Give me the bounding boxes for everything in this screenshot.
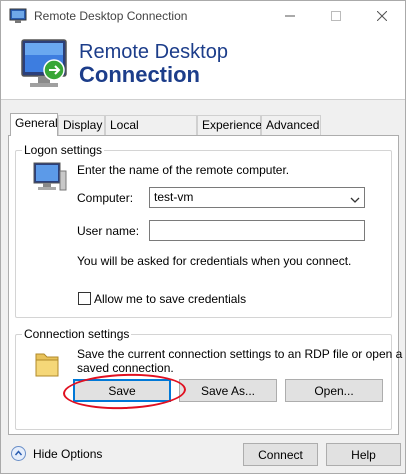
hide-options-link[interactable]: Hide Options [33,447,102,461]
open-button[interactable]: Open... [285,379,383,402]
save-as-button-label: Save As... [200,383,256,398]
connect-button-label: Connect [258,447,303,462]
username-label: User name: [77,224,140,238]
chevron-down-icon [350,193,360,203]
allow-save-credentials-label[interactable]: Allow me to save credentials [94,292,246,306]
credentials-note: You will be asked for credentials when y… [77,254,352,268]
banner-title-line2: Connection [79,62,200,87]
allow-save-credentials-checkbox[interactable] [78,292,91,305]
help-button[interactable]: Help [326,443,401,466]
computer-value: test-vm [154,190,194,204]
tab-general[interactable]: General [10,113,58,136]
banner-title-line1: Remote Desktop [79,41,228,63]
tab-label: General [15,116,58,130]
close-button[interactable] [359,1,405,32]
connect-button[interactable]: Connect [243,443,318,466]
remote-desktop-monitor-icon [18,38,70,92]
connection-description-line2: saved connection. [77,361,174,375]
help-button-label: Help [351,447,376,462]
computer-label: Computer: [77,191,134,205]
tab-local-resources[interactable]: Local Resources [105,115,197,150]
tab-experience[interactable]: Experience [197,115,263,135]
save-as-button[interactable]: Save As... [179,379,277,402]
computer-monitor-icon [9,8,27,24]
title-bar[interactable]: Remote Desktop Connection [1,1,405,32]
computer-icon [32,161,68,193]
tab-display[interactable]: Display [58,115,105,135]
folder-icon [34,348,60,378]
tab-label: Advanced [266,118,320,132]
header-banner: Remote Desktop Connection [1,32,405,99]
maximize-icon [331,10,341,24]
close-icon [376,10,388,24]
tab-label: Display [63,118,103,132]
rdp-window: Remote Desktop Connection Remote Desktop… [0,0,406,474]
connection-description-line1: Save the current connection settings to … [77,347,403,361]
banner-divider [1,99,405,100]
minimize-button[interactable] [267,1,313,32]
logon-instruction: Enter the name of the remote computer. [77,163,290,177]
maximize-button[interactable] [313,1,359,32]
connection-settings-label: Connection settings [22,327,132,341]
computer-combobox[interactable]: test-vm [149,187,365,208]
tab-label: Experience [202,118,263,132]
tab-advanced[interactable]: Advanced [261,115,321,135]
window-title: Remote Desktop Connection [34,9,188,23]
open-button-label: Open... [314,383,354,398]
minimize-icon [285,10,295,24]
chevron-up-icon[interactable] [11,446,26,461]
username-field[interactable] [149,220,365,241]
logon-settings-label: Logon settings [22,143,105,157]
